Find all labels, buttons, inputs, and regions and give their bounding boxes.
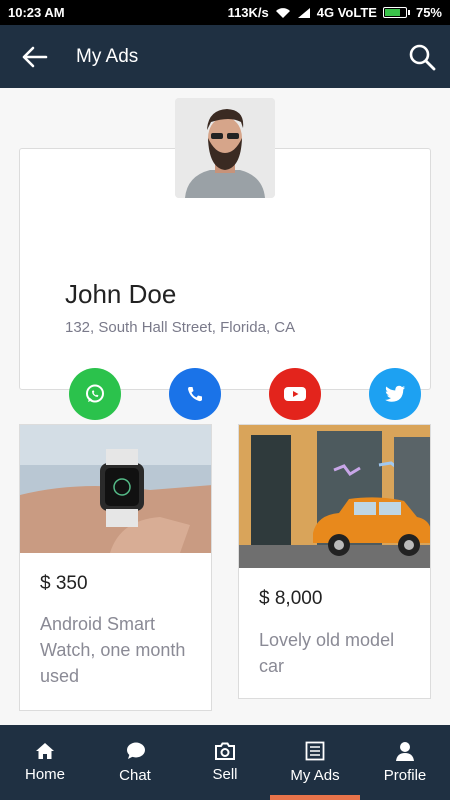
ad-description: Android Smart Watch, one month used bbox=[40, 614, 186, 686]
nav-label: Chat bbox=[119, 767, 151, 784]
profile-name: John Doe bbox=[65, 279, 177, 309]
search-icon[interactable] bbox=[408, 43, 436, 71]
battery-icon bbox=[382, 7, 410, 18]
user-icon bbox=[396, 742, 414, 761]
whatsapp-icon bbox=[86, 384, 104, 403]
whatsapp-button[interactable] bbox=[69, 368, 121, 420]
ad-price: $ 8,000 bbox=[259, 588, 323, 609]
youtube-icon bbox=[284, 387, 306, 401]
social-links bbox=[69, 368, 421, 420]
nav-item-my-ads[interactable]: My Ads bbox=[270, 725, 360, 800]
status-time: 10:23 AM bbox=[8, 5, 65, 20]
list-icon bbox=[305, 741, 325, 761]
nav-label: Profile bbox=[383, 767, 427, 784]
back-arrow-icon[interactable] bbox=[22, 46, 48, 68]
bottom-nav: Home Chat Sell My Ads Profile bbox=[0, 725, 450, 800]
status-indicators: 113K/s 4G VoLTE 75% bbox=[228, 5, 442, 20]
network-type: 4G VoLTE bbox=[316, 5, 377, 20]
phone-button[interactable] bbox=[169, 368, 221, 420]
network-speed: 113K/s bbox=[227, 5, 269, 20]
ad-image bbox=[239, 425, 430, 568]
profile-address: 132, South Hall Street, Florida, CA bbox=[65, 319, 296, 336]
nav-item-chat[interactable]: Chat bbox=[90, 725, 180, 800]
signal-icon bbox=[297, 7, 310, 18]
nav-item-sell[interactable]: Sell bbox=[180, 725, 270, 800]
wifi-icon bbox=[275, 7, 290, 18]
ad-image bbox=[20, 425, 211, 553]
home-icon bbox=[36, 743, 54, 759]
ad-price: $ 350 bbox=[40, 573, 88, 594]
battery-level: 75% bbox=[415, 5, 442, 20]
camera-icon bbox=[215, 742, 235, 760]
twitter-button[interactable] bbox=[369, 368, 421, 420]
ad-description: Lovely old model car bbox=[259, 630, 395, 676]
ad-card[interactable]: $ 350 Android Smart Watch, one month use… bbox=[19, 424, 212, 711]
app-bar: My Ads bbox=[0, 25, 450, 88]
page-title: My Ads bbox=[76, 45, 139, 67]
content-area: John Doe 132, South Hall Street, Florida… bbox=[0, 88, 450, 725]
twitter-icon bbox=[385, 385, 405, 402]
nav-label: My Ads bbox=[290, 767, 340, 784]
phone-icon bbox=[188, 387, 202, 402]
nav-label: Sell bbox=[212, 766, 238, 783]
ad-card[interactable]: $ 8,000 Lovely old model car bbox=[238, 424, 431, 699]
nav-item-profile[interactable]: Profile bbox=[360, 725, 450, 800]
chat-icon bbox=[127, 742, 145, 759]
youtube-button[interactable] bbox=[269, 368, 321, 420]
status-bar: 10:23 AM 113K/s 4G VoLTE 75% bbox=[0, 0, 450, 25]
nav-label: Home bbox=[24, 766, 65, 783]
avatar bbox=[175, 98, 275, 198]
nav-item-home[interactable]: Home bbox=[0, 725, 90, 800]
